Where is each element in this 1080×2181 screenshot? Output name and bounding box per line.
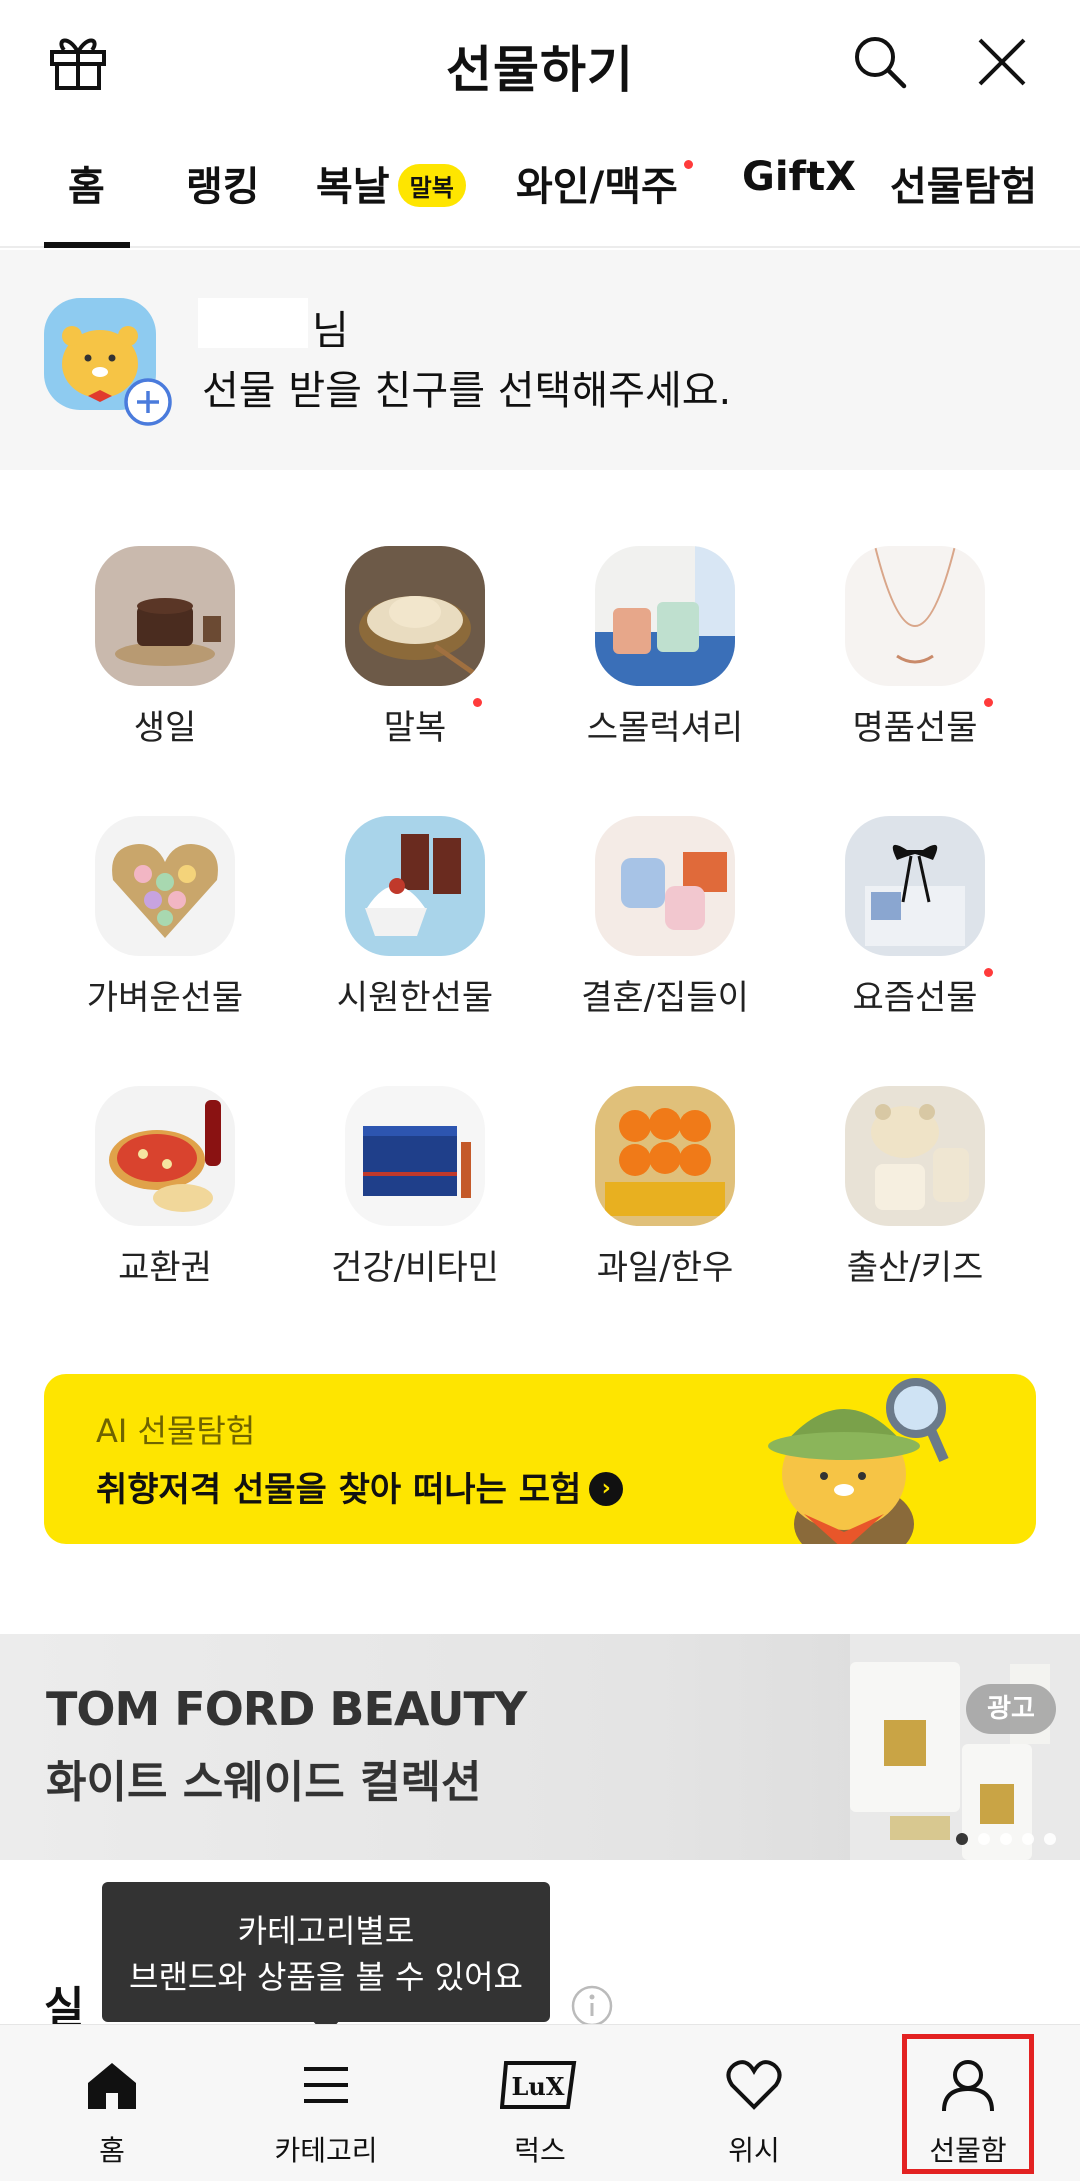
category-fruit-beef[interactable]: 과일/한우 bbox=[540, 1080, 790, 1288]
friend-prompt: 선물 받을 친구를 선택해주세요. bbox=[202, 368, 732, 414]
carousel-dot bbox=[1022, 1833, 1034, 1845]
header: 선물하기 bbox=[0, 0, 1080, 124]
nav-lux[interactable]: LuX 럭스 bbox=[432, 2025, 648, 2181]
category-label: 가벼운선물 bbox=[86, 978, 244, 1018]
tab-home[interactable]: 홈 bbox=[68, 154, 105, 212]
tab-bar: 홈 랭킹 복날 말복 와인/맥주 GiftX 선물탐험 bbox=[0, 124, 1080, 248]
tab-label: GiftX bbox=[742, 154, 856, 200]
tab-boknal[interactable]: 복날 말복 bbox=[316, 154, 466, 212]
category-birthday[interactable]: 생일 bbox=[40, 540, 290, 748]
category-health-vitamin[interactable]: 건강/비타민 bbox=[290, 1080, 540, 1288]
search-icon[interactable] bbox=[850, 32, 910, 92]
category-label: 말복 bbox=[383, 708, 447, 748]
category-label: 과일/한우 bbox=[596, 1248, 734, 1288]
category-label: 명품선물 bbox=[852, 708, 978, 748]
ad-banner[interactable]: TOM FORD BEAUTY 화이트 스웨이드 컬렉션 광고 bbox=[0, 1634, 1080, 1860]
tab-label: 홈 bbox=[68, 164, 105, 210]
tooltip-line-2: 브랜드와 상품을 볼 수 있어요 bbox=[129, 1958, 523, 1996]
category-small-luxury[interactable]: 스몰럭셔리 bbox=[540, 540, 790, 748]
nav-category[interactable]: 카테고리 bbox=[218, 2025, 434, 2181]
category-light-gift[interactable]: 가벼운선물 bbox=[40, 810, 290, 1018]
cup-set-icon bbox=[595, 816, 735, 956]
category-label: 스몰럭셔리 bbox=[586, 708, 744, 748]
category-label: 생일 bbox=[133, 708, 197, 748]
samgyetang-icon bbox=[345, 546, 485, 686]
category-grid: 생일 말복 스몰럭셔리 명품선물 가벼운선물 시원한선물 결혼/집들이 요즘선물… bbox=[0, 540, 1080, 1320]
friend-select-panel[interactable]: 님 선물 받을 친구를 선택해주세요. bbox=[0, 250, 1080, 470]
nav-label: 카테고리 bbox=[274, 2134, 378, 2167]
carousel-dot bbox=[1044, 1833, 1056, 1845]
page-title: 선물하기 bbox=[446, 41, 634, 99]
tab-label: 선물탐험 bbox=[890, 164, 1038, 210]
carousel-dot bbox=[956, 1833, 968, 1845]
category-voucher[interactable]: 교환권 bbox=[40, 1080, 290, 1288]
avatar bbox=[44, 298, 172, 426]
nav-label: 위시 bbox=[728, 2134, 780, 2167]
category-malbok[interactable]: 말복 bbox=[290, 540, 540, 748]
highlight-box bbox=[902, 2034, 1034, 2174]
tab-giftx[interactable]: GiftX bbox=[742, 154, 856, 200]
close-icon[interactable] bbox=[972, 32, 1032, 92]
category-label: 결혼/집들이 bbox=[581, 978, 749, 1018]
category-label: 요즘선물 bbox=[852, 978, 978, 1018]
category-label: 출산/키즈 bbox=[846, 1248, 984, 1288]
mug-icon bbox=[595, 546, 735, 686]
carousel-dot bbox=[978, 1833, 990, 1845]
pizza-icon bbox=[95, 1086, 235, 1226]
macaron-box-icon bbox=[95, 816, 235, 956]
nav-home[interactable]: 홈 bbox=[4, 2025, 220, 2181]
chevron-right-icon: › bbox=[589, 1471, 624, 1506]
carousel-dot bbox=[1000, 1833, 1012, 1845]
banner-kicker: AI 선물탐험 bbox=[96, 1412, 256, 1450]
bingsu-icon bbox=[345, 816, 485, 956]
category-label: 시원한선물 bbox=[336, 978, 494, 1018]
ad-brand: TOM FORD BEAUTY bbox=[46, 1682, 527, 1736]
tab-active-indicator bbox=[44, 242, 130, 248]
nav-label: 홈 bbox=[99, 2134, 125, 2167]
category-luxury-gift[interactable]: 명품선물 bbox=[790, 540, 1040, 748]
home-icon bbox=[88, 2063, 136, 2109]
category-label: 건강/비타민 bbox=[331, 1248, 499, 1288]
tooltip-line-1: 카테고리별로 bbox=[237, 1912, 415, 1950]
ad-label-badge: 광고 bbox=[966, 1684, 1056, 1734]
baby-clothes-icon bbox=[845, 1086, 985, 1226]
mango-box-icon bbox=[595, 1086, 735, 1226]
tab-gift-explore[interactable]: 선물탐험 bbox=[890, 154, 1037, 212]
tab-label: 복날 bbox=[316, 164, 390, 210]
category-label: 교환권 bbox=[118, 1248, 212, 1288]
lux-icon: LuX bbox=[500, 2061, 577, 2109]
category-cool-gift[interactable]: 시원한선물 bbox=[290, 810, 540, 1018]
carousel-indicator bbox=[956, 1830, 1066, 1849]
nav-label: 럭스 bbox=[514, 2134, 566, 2167]
honorific-suffix: 님 bbox=[312, 308, 349, 354]
ai-gift-explore-banner[interactable]: AI 선물탐험 취향저격 선물을 찾아 떠나는 모험 › bbox=[44, 1374, 1036, 1544]
vitamin-box-icon bbox=[345, 1086, 485, 1226]
tab-ranking[interactable]: 랭킹 bbox=[186, 154, 260, 212]
category-tooltip: 카테고리별로 브랜드와 상품을 볼 수 있어요 bbox=[102, 1882, 550, 2036]
info-icon[interactable] bbox=[570, 1984, 614, 2028]
category-trendy-gift[interactable]: 요즘선물 bbox=[790, 810, 1040, 1018]
category-birth-kids[interactable]: 출산/키즈 bbox=[790, 1080, 1040, 1288]
birthday-cake-icon bbox=[95, 546, 235, 686]
menu-icon bbox=[304, 2067, 348, 2103]
banner-headline-text: 취향저격 선물을 찾아 떠나는 모험 bbox=[96, 1470, 582, 1510]
tab-label: 와인/맥주 bbox=[516, 164, 678, 210]
perfume-bottles-image bbox=[850, 1634, 1080, 1860]
tab-label: 랭킹 bbox=[186, 164, 260, 210]
svg-text:LuX: LuX bbox=[512, 2072, 565, 2101]
explorer-character-icon bbox=[768, 1378, 949, 1544]
banner-headline: 취향저격 선물을 찾아 떠나는 모험 › bbox=[96, 1462, 624, 1511]
perfume-box-icon bbox=[845, 816, 985, 956]
tab-badge: 말복 bbox=[397, 163, 466, 207]
ad-subtitle: 화이트 스웨이드 컬렉션 bbox=[46, 1757, 482, 1808]
friend-name-redacted bbox=[198, 298, 308, 348]
tab-wine-beer[interactable]: 와인/맥주 bbox=[516, 154, 678, 212]
necklace-icon bbox=[845, 546, 985, 686]
category-wedding-housewarming[interactable]: 결혼/집들이 bbox=[540, 810, 790, 1018]
heart-icon bbox=[726, 2060, 782, 2110]
new-dot bbox=[684, 160, 693, 169]
nav-wish[interactable]: 위시 bbox=[646, 2025, 862, 2181]
